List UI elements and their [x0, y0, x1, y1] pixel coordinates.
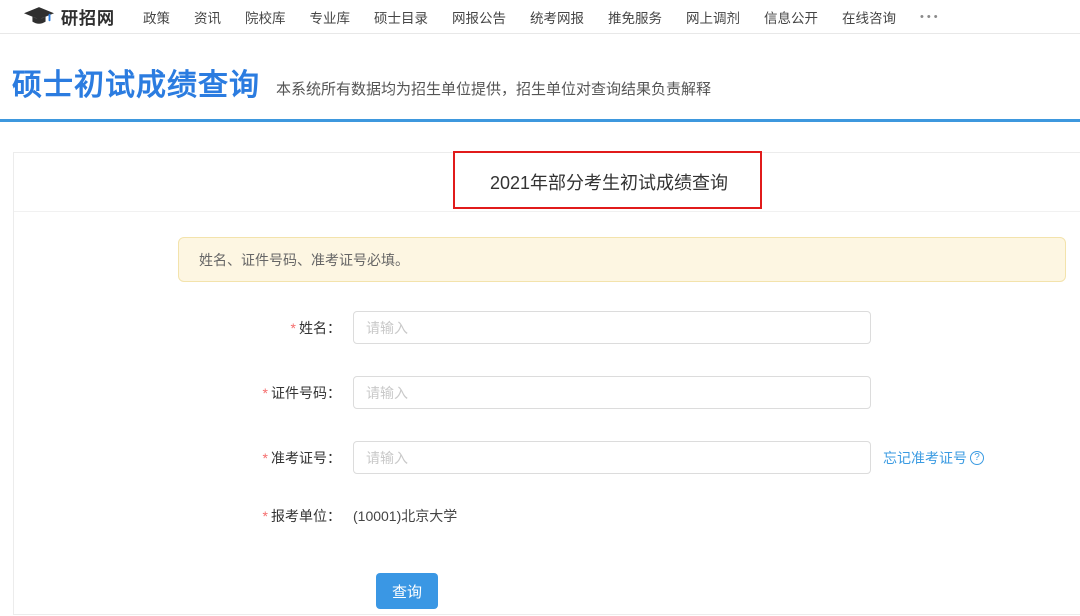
- site-logo-text: 研招网: [61, 4, 115, 29]
- required-fields-notice: 姓名、证件号码、准考证号必填。: [178, 237, 1066, 282]
- page-subtitle: 本系统所有数据均为招生单位提供，招生单位对查询结果负责解释: [276, 78, 711, 104]
- form-row-admission-ticket: *准考证号： 忘记准考证号 ?: [14, 441, 984, 474]
- forgot-ticket-link[interactable]: 忘记准考证号 ?: [883, 448, 984, 468]
- query-button[interactable]: 查询: [376, 573, 438, 609]
- nav-item-news[interactable]: 资讯: [182, 7, 233, 27]
- required-asterisk: *: [263, 385, 268, 401]
- required-asterisk: *: [263, 508, 268, 524]
- nav-item-college-library[interactable]: 院校库: [233, 7, 298, 27]
- more-menu-icon[interactable]: •••: [908, 11, 953, 23]
- institution-value: (10001)北京大学: [353, 506, 457, 526]
- nav-item-online-consult[interactable]: 在线咨询: [830, 7, 908, 27]
- nav-item-unified-exam-registration[interactable]: 统考网报: [518, 7, 596, 27]
- site-logo[interactable]: 研招网: [24, 4, 115, 29]
- page-title: 硕士初试成绩查询: [12, 60, 260, 104]
- admission-ticket-input[interactable]: [353, 441, 871, 474]
- help-question-icon[interactable]: ?: [970, 451, 984, 465]
- nav-item-info-disclosure[interactable]: 信息公开: [752, 7, 830, 27]
- form-row-institution: *报考单位： (10001)北京大学: [14, 506, 457, 526]
- required-asterisk: *: [263, 450, 268, 466]
- name-label: *姓名：: [14, 318, 353, 338]
- nav-item-online-announcement[interactable]: 网报公告: [440, 7, 518, 27]
- name-input[interactable]: [353, 311, 871, 344]
- nav-item-exemption-service[interactable]: 推免服务: [596, 7, 674, 27]
- nav-item-policy[interactable]: 政策: [131, 7, 182, 27]
- top-nav-bar: 研招网 政策 资讯 院校库 专业库 硕士目录 网报公告 统考网报 推免服务 网上…: [0, 0, 1080, 34]
- admission-ticket-label: *准考证号：: [14, 448, 353, 468]
- blue-divider: [0, 119, 1080, 122]
- nav-item-online-adjustment[interactable]: 网上调剂: [674, 7, 752, 27]
- page-header: 硕士初试成绩查询 本系统所有数据均为招生单位提供，招生单位对查询结果负责解释: [0, 34, 1080, 104]
- score-query-panel: 2021年部分考生初试成绩查询 姓名、证件号码、准考证号必填。 *姓名： *证件…: [13, 152, 1080, 615]
- form-row-name: *姓名：: [14, 311, 871, 344]
- required-asterisk: *: [291, 320, 296, 336]
- panel-title: 2021年部分考生初试成绩查询: [490, 169, 728, 195]
- id-number-input[interactable]: [353, 376, 871, 409]
- form-row-id-number: *证件号码：: [14, 376, 871, 409]
- nav-item-master-catalog[interactable]: 硕士目录: [362, 7, 440, 27]
- id-number-label: *证件号码：: [14, 383, 353, 403]
- panel-title-row: 2021年部分考生初试成绩查询: [14, 153, 1080, 212]
- graduation-cap-icon: [24, 6, 54, 27]
- institution-label: *报考单位：: [14, 506, 353, 526]
- nav-item-major-library[interactable]: 专业库: [298, 7, 363, 27]
- notice-text: 姓名、证件号码、准考证号必填。: [199, 250, 409, 270]
- main-nav: 政策 资讯 院校库 专业库 硕士目录 网报公告 统考网报 推免服务 网上调剂 信…: [131, 7, 953, 27]
